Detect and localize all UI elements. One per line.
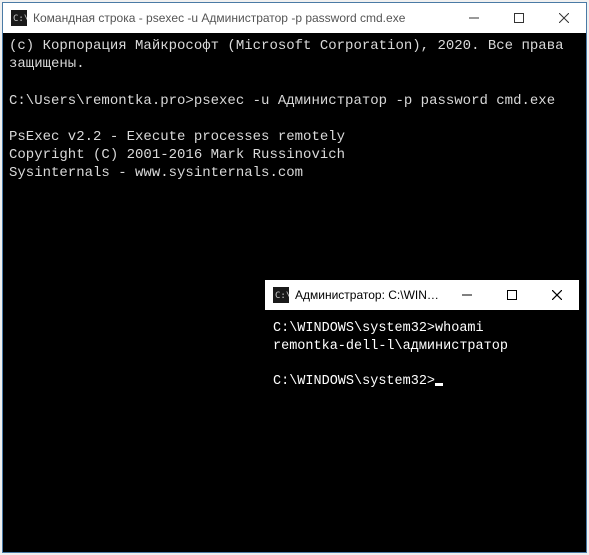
close-button[interactable]: [534, 280, 579, 310]
minimize-button[interactable]: [445, 280, 490, 310]
svg-text:C:\: C:\: [275, 291, 289, 301]
terminal-line: Copyright (C) 2001-2016 Mark Russinovich: [9, 147, 345, 163]
terminal-line: (с) Корпорация Майкрософт (Microsoft Cor…: [9, 38, 572, 72]
terminal-line: Sysinternals - www.sysinternals.com: [9, 165, 303, 181]
terminal-line: remontka-dell-l\администратор: [273, 339, 508, 354]
main-titlebar[interactable]: C:\ Командная строка - psexec -u Админис…: [3, 3, 586, 33]
admin-terminal[interactable]: C:\WINDOWS\system32>whoami remontka-dell…: [265, 310, 579, 479]
minimize-button[interactable]: [451, 3, 496, 33]
maximize-button[interactable]: [496, 3, 541, 33]
cmd-icon: C:\: [273, 287, 289, 303]
admin-cmd-window: C:\ Администратор: C:\WIND... C:\WINDOWS…: [264, 279, 580, 480]
terminal-line: PsExec v2.2 - Execute processes remotely: [9, 129, 345, 145]
terminal-prompt: C:\WINDOWS\system32>: [273, 374, 435, 389]
terminal-line: C:\Users\remontka.pro>psexec -u Админист…: [9, 93, 555, 109]
terminal-line: C:\WINDOWS\system32>whoami: [273, 321, 484, 336]
admin-titlebar[interactable]: C:\ Администратор: C:\WIND...: [265, 280, 579, 310]
maximize-button[interactable]: [490, 280, 535, 310]
svg-text:C:\: C:\: [13, 14, 27, 24]
main-title-text: Командная строка - psexec -u Администрат…: [33, 11, 405, 25]
cmd-icon: C:\: [11, 10, 27, 26]
close-button[interactable]: [541, 3, 586, 33]
cursor: [435, 383, 443, 386]
admin-title-text: Администратор: C:\WIND...: [295, 288, 445, 302]
